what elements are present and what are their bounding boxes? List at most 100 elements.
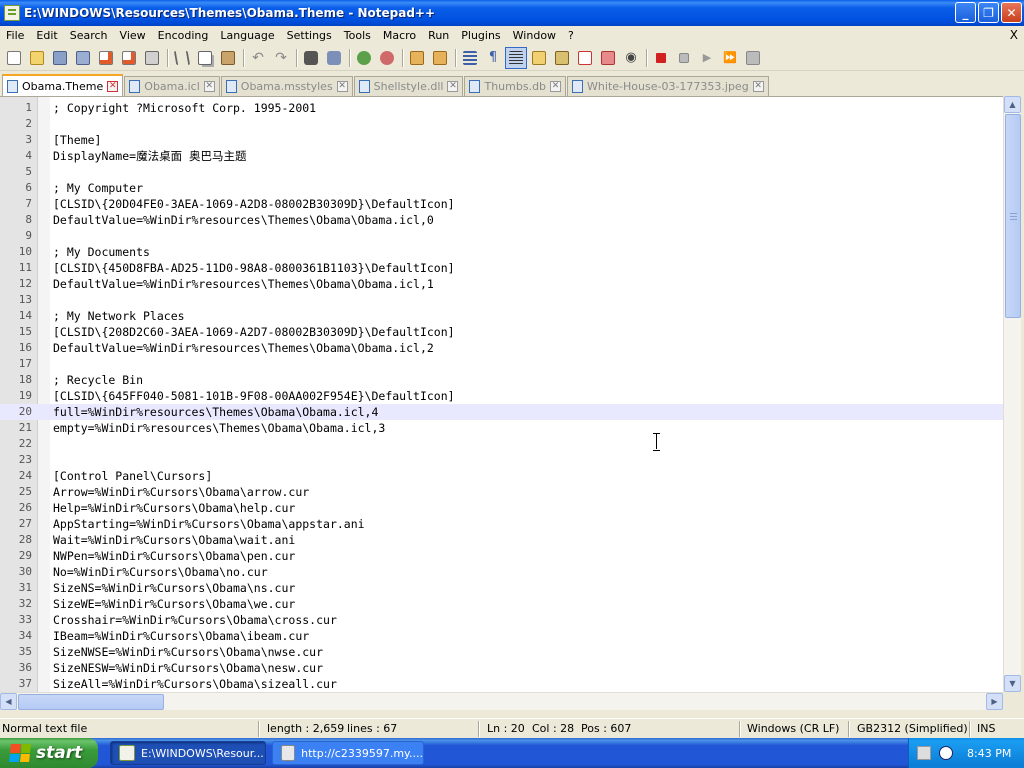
menu-edit[interactable]: Edit bbox=[30, 29, 63, 42]
editor-line[interactable]: 26 Help=%WinDir%Cursors\Obama\help.cur bbox=[0, 500, 1003, 516]
play-multiple-icon[interactable]: ⏩ bbox=[719, 47, 741, 69]
play-macro-icon[interactable]: ▶ bbox=[696, 47, 718, 69]
editor-line[interactable]: 21 empty=%WinDir%resources\Themes\Obama\O… bbox=[0, 420, 1003, 436]
tab-shellstyle-dll[interactable]: Shellstyle.dll ✕ bbox=[353, 76, 464, 96]
line-text[interactable]: Wait=%WinDir%Cursors\Obama\wait.ani bbox=[53, 532, 295, 548]
editor-line[interactable]: 1 ; Copyright ?Microsoft Corp. 1995-2001 bbox=[0, 100, 1003, 116]
taskbar-item-notepad[interactable]: E:\WINDOWS\Resour... bbox=[110, 741, 266, 765]
line-text[interactable]: DefaultValue=%WinDir%resources\Themes\Ob… bbox=[53, 212, 434, 228]
line-text[interactable]: empty=%WinDir%resources\Themes\Obama\Oba… bbox=[53, 420, 385, 436]
editor-line[interactable]: 37 SizeAll=%WinDir%Cursors\Obama\sizeall.… bbox=[0, 676, 1003, 692]
close-icon[interactable] bbox=[95, 47, 117, 69]
line-text[interactable]: [CLSID\{20D04FE0-3AEA-1069-A2D8-08002B30… bbox=[53, 196, 455, 212]
line-text[interactable]: Arrow=%WinDir%Cursors\Obama\arrow.cur bbox=[53, 484, 309, 500]
menu-encoding[interactable]: Encoding bbox=[152, 29, 215, 42]
editor-line[interactable]: 4 DisplayName=魔法桌面 奥巴马主题 bbox=[0, 148, 1003, 164]
print-icon[interactable] bbox=[141, 47, 163, 69]
save-all-icon[interactable] bbox=[72, 47, 94, 69]
open-file-icon[interactable] bbox=[26, 47, 48, 69]
tab-close-icon[interactable]: ✕ bbox=[107, 80, 119, 92]
editor-line[interactable]: 7 [CLSID\{20D04FE0-3AEA-1069-A2D8-08002B3… bbox=[0, 196, 1003, 212]
editor-line[interactable]: 14 ; My Network Places bbox=[0, 308, 1003, 324]
editor-line[interactable]: 3 [Theme] bbox=[0, 132, 1003, 148]
line-text[interactable]: [CLSID\{208D2C60-3AEA-1069-A2D7-08002B30… bbox=[53, 324, 455, 340]
new-file-icon[interactable] bbox=[3, 47, 25, 69]
tab-close-icon[interactable]: ✕ bbox=[752, 81, 764, 92]
tab-close-icon[interactable]: ✕ bbox=[336, 81, 348, 92]
line-text[interactable]: Help=%WinDir%Cursors\Obama\help.cur bbox=[53, 500, 295, 516]
menu-window[interactable]: Window bbox=[507, 29, 562, 42]
line-text[interactable]: ; Copyright ?Microsoft Corp. 1995-2001 bbox=[53, 100, 316, 116]
line-text[interactable]: [CLSID\{450D8FBA-AD25-11D0-98A8-0800361B… bbox=[53, 260, 455, 276]
editor-line[interactable]: 8 DefaultValue=%WinDir%resources\Themes\O… bbox=[0, 212, 1003, 228]
horizontal-scroll-thumb[interactable] bbox=[18, 694, 164, 710]
editor-line[interactable]: 18 ; Recycle Bin bbox=[0, 372, 1003, 388]
menu-settings[interactable]: Settings bbox=[281, 29, 338, 42]
start-button[interactable]: start bbox=[0, 738, 98, 768]
doc-map-icon[interactable] bbox=[551, 47, 573, 69]
replace-icon[interactable] bbox=[323, 47, 345, 69]
line-text[interactable]: full=%WinDir%resources\Themes\Obama\Obam… bbox=[53, 404, 378, 420]
editor-line[interactable]: 36 SizeNESW=%WinDir%Cursors\Obama\nesw.cu… bbox=[0, 660, 1003, 676]
line-text[interactable]: SizeAll=%WinDir%Cursors\Obama\sizeall.cu… bbox=[53, 676, 337, 692]
menu-help[interactable]: ? bbox=[562, 29, 580, 42]
line-text[interactable]: [CLSID\{645FF040-5081-101B-9F08-00AA002F… bbox=[53, 388, 455, 404]
horizontal-scrollbar[interactable]: ◀ ▶ bbox=[0, 692, 1003, 710]
editor-line[interactable]: 9 bbox=[0, 228, 1003, 244]
scroll-left-button[interactable]: ◀ bbox=[0, 693, 17, 710]
vertical-scroll-thumb[interactable] bbox=[1005, 114, 1021, 318]
editor-line[interactable]: 23 bbox=[0, 452, 1003, 468]
tab-close-icon[interactable]: ✕ bbox=[447, 81, 459, 92]
line-text[interactable]: ; My Computer bbox=[53, 180, 143, 196]
line-text[interactable]: No=%WinDir%Cursors\Obama\no.cur bbox=[53, 564, 268, 580]
close-button[interactable]: ✕ bbox=[1001, 2, 1022, 23]
line-text[interactable]: [Theme] bbox=[53, 132, 101, 148]
tab-close-icon[interactable]: ✕ bbox=[203, 81, 215, 92]
scroll-up-button[interactable]: ▲ bbox=[1004, 96, 1021, 113]
line-text[interactable]: SizeNESW=%WinDir%Cursors\Obama\nesw.cur bbox=[53, 660, 323, 676]
menu-view[interactable]: View bbox=[114, 29, 152, 42]
editor-line[interactable]: 15 [CLSID\{208D2C60-3AEA-1069-A2D7-08002B… bbox=[0, 324, 1003, 340]
editor-lines[interactable]: 1 ; Copyright ?Microsoft Corp. 1995-2001 2… bbox=[0, 100, 1003, 692]
redo-icon[interactable]: ↷ bbox=[270, 47, 292, 69]
monitoring-icon[interactable]: ◉ bbox=[620, 47, 642, 69]
editor-line[interactable]: 6 ; My Computer bbox=[0, 180, 1003, 196]
menu-tools[interactable]: Tools bbox=[338, 29, 377, 42]
vertical-scrollbar[interactable]: ▲ ▼ bbox=[1003, 96, 1021, 692]
editor-line[interactable]: 33 Crosshair=%WinDir%Cursors\Obama\cross.… bbox=[0, 612, 1003, 628]
editor-line[interactable]: 19 [CLSID\{645FF040-5081-101B-9F08-00AA00… bbox=[0, 388, 1003, 404]
line-text[interactable]: DisplayName=魔法桌面 奥巴马主题 bbox=[53, 148, 247, 164]
line-text[interactable]: ; Recycle Bin bbox=[53, 372, 143, 388]
paste-icon[interactable] bbox=[217, 47, 239, 69]
menu-run[interactable]: Run bbox=[422, 29, 455, 42]
tab-thumbs-db[interactable]: Thumbs.db ✕ bbox=[464, 76, 567, 96]
folder-workspace-icon[interactable] bbox=[597, 47, 619, 69]
editor-line[interactable]: 25 Arrow=%WinDir%Cursors\Obama\arrow.cur bbox=[0, 484, 1003, 500]
save-icon[interactable] bbox=[49, 47, 71, 69]
cut-icon[interactable] bbox=[171, 47, 193, 69]
tab-white-house-jpeg[interactable]: White-House-03-177353.jpeg ✕ bbox=[567, 76, 769, 96]
editor-line[interactable]: 10 ; My Documents bbox=[0, 244, 1003, 260]
sync-horizontal-icon[interactable] bbox=[429, 47, 451, 69]
stop-record-icon[interactable] bbox=[673, 47, 695, 69]
tab-close-icon[interactable]: ✕ bbox=[550, 81, 562, 92]
menu-macro[interactable]: Macro bbox=[377, 29, 422, 42]
editor-line[interactable]: 20 full=%WinDir%resources\Themes\Obama\Ob… bbox=[0, 404, 1003, 420]
tab-obama-msstyles[interactable]: Obama.msstyles ✕ bbox=[220, 76, 353, 96]
title-bar[interactable]: E:\WINDOWS\Resources\Themes\Obama.Theme … bbox=[0, 0, 1024, 26]
volume-icon[interactable] bbox=[939, 746, 953, 760]
user-lang-icon[interactable] bbox=[528, 47, 550, 69]
line-text[interactable]: DefaultValue=%WinDir%resources\Themes\Ob… bbox=[53, 340, 434, 356]
close-document-button[interactable]: X bbox=[1010, 28, 1018, 42]
editor-line[interactable]: 31 SizeNS=%WinDir%Cursors\Obama\ns.cur bbox=[0, 580, 1003, 596]
close-all-icon[interactable] bbox=[118, 47, 140, 69]
menu-search[interactable]: Search bbox=[64, 29, 114, 42]
maximize-button[interactable]: ❐ bbox=[978, 2, 999, 23]
editor-line[interactable]: 27 AppStarting=%WinDir%Cursors\Obama\apps… bbox=[0, 516, 1003, 532]
line-text[interactable]: AppStarting=%WinDir%Cursors\Obama\appsta… bbox=[53, 516, 365, 532]
function-list-icon[interactable] bbox=[574, 47, 596, 69]
menu-language[interactable]: Language bbox=[214, 29, 280, 42]
menu-plugins[interactable]: Plugins bbox=[455, 29, 506, 42]
editor-line[interactable]: 11 [CLSID\{450D8FBA-AD25-11D0-98A8-080036… bbox=[0, 260, 1003, 276]
editor-line[interactable]: 16 DefaultValue=%WinDir%resources\Themes\… bbox=[0, 340, 1003, 356]
